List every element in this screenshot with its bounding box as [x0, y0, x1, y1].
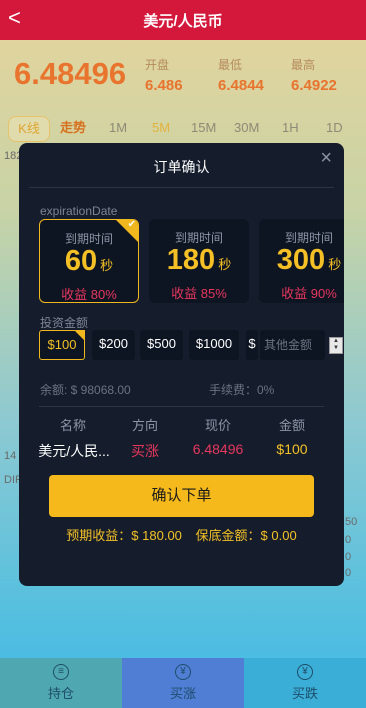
- yen-up-icon: ¥: [175, 664, 191, 680]
- high-label: 最高: [291, 58, 316, 72]
- low-value: 6.4844: [218, 77, 264, 94]
- expiration-cards: 到期时间 60 秒 收益 80% ✔ 到期时间 180 秒 收益 85% 到期时间 …: [39, 219, 344, 303]
- quote-row: 6.48496 开盘 6.486 最低 6.4844 最高 6.4922: [14, 56, 356, 98]
- modal-title: 订单确认: [153, 159, 210, 175]
- card-profit: 收益 90%: [281, 286, 337, 301]
- tab-1h[interactable]: 1H: [282, 116, 299, 142]
- tab-30m[interactable]: 30M: [234, 116, 259, 142]
- tab-1m[interactable]: 1M: [109, 116, 127, 142]
- expiration-card-60[interactable]: 到期时间 60 秒 收益 80% ✔: [39, 219, 139, 303]
- summary-line: 预期收益：$ 180.00 保底金额：$ 0.00: [19, 525, 344, 544]
- position-icon: ≡: [53, 664, 69, 680]
- nav-label: 持仓: [47, 686, 74, 701]
- tab-5m[interactable]: 5M: [152, 116, 170, 142]
- order-confirm-modal: 订单确认 × expirationDate 到期时间 60 秒 收益 80% ✔ …: [19, 143, 344, 586]
- chart-axis-fragment: 14: [4, 450, 17, 462]
- nav-buy-down[interactable]: ¥ 买跌: [244, 658, 366, 708]
- card-profit: 收益 80%: [61, 287, 117, 302]
- amount-stepper[interactable]: ▲ ▼: [329, 337, 343, 354]
- nav-label: 买涨: [169, 686, 196, 701]
- card-profit: 收益 85%: [171, 286, 227, 301]
- other-amount-input[interactable]: 其他金额: [260, 330, 325, 360]
- order-direction: 买涨: [131, 443, 159, 459]
- card-value: 180 秒: [166, 244, 232, 276]
- app-header: < 美元/人民币: [0, 0, 366, 40]
- stepper-down-icon[interactable]: ▼: [330, 345, 342, 352]
- column-header-price: 现价: [204, 418, 231, 433]
- fee-text: 手续费：0%: [209, 383, 275, 397]
- close-icon[interactable]: ×: [320, 147, 332, 170]
- order-name: 美元/人民...: [38, 443, 110, 459]
- bottom-nav: ≡ 持仓 ¥ 买涨 ¥ 买跌: [0, 658, 366, 708]
- stepper-up-icon[interactable]: ▲: [330, 338, 342, 345]
- low-label: 最低: [218, 58, 243, 72]
- card-value: 60 秒: [64, 245, 114, 277]
- high-value: 6.4922: [291, 77, 337, 94]
- amount-option-1000[interactable]: $1000: [189, 330, 239, 360]
- nav-positions[interactable]: ≡ 持仓: [0, 658, 122, 708]
- order-amount: $100: [276, 441, 308, 457]
- card-value: 300 秒: [276, 244, 342, 276]
- amount-options: $100 $200 $500 $1000 $ 其他金额 ▲ ▼: [39, 330, 344, 360]
- low-stat: 最低 6.4844: [218, 56, 264, 94]
- column-header-amount: 金额: [278, 418, 305, 433]
- amount-option-500[interactable]: $500: [140, 330, 183, 360]
- confirm-order-button[interactable]: 确认下单: [49, 475, 314, 517]
- tab-trend[interactable]: 走势: [60, 116, 86, 142]
- nav-label: 买跌: [291, 686, 318, 701]
- expiration-label: expirationDate: [40, 204, 118, 218]
- column-header-direction: 方向: [131, 418, 158, 433]
- guaranteed-amount: 保底金额：$ 0.00: [195, 528, 297, 543]
- order-price: 6.48496: [192, 441, 244, 457]
- page-title: 美元/人民币: [143, 12, 223, 30]
- chart-axis-fragment: 0: [345, 567, 352, 579]
- check-icon: ✔: [127, 219, 136, 230]
- high-stat: 最高 6.4922: [291, 56, 337, 94]
- expiration-card-180[interactable]: 到期时间 180 秒 收益 85%: [149, 219, 249, 303]
- amount-label: 投资金额: [40, 316, 89, 330]
- column-header-name: 名称: [59, 418, 86, 433]
- expiration-card-300[interactable]: 到期时间 300 秒 收益 90%: [259, 219, 344, 303]
- tab-kline[interactable]: K线: [8, 116, 50, 142]
- chart-tabs: K线 走势 1M 5M 15M 30M 1H 1D: [8, 116, 366, 142]
- selected-check-icon: [74, 330, 85, 341]
- expected-profit: 预期收益：$ 180.00: [66, 528, 182, 543]
- amount-option-more[interactable]: $: [246, 330, 258, 360]
- open-stat: 开盘 6.486: [145, 56, 183, 94]
- open-label: 开盘: [145, 58, 170, 72]
- chart-axis-fragment: 0: [345, 534, 352, 546]
- tab-15m[interactable]: 15M: [191, 116, 216, 142]
- yen-down-icon: ¥: [297, 664, 313, 680]
- nav-buy-up[interactable]: ¥ 买涨: [122, 658, 244, 708]
- divider: [29, 187, 334, 188]
- tab-1d[interactable]: 1D: [326, 116, 343, 142]
- amount-option-200[interactable]: $200: [92, 330, 135, 360]
- divider: [39, 406, 324, 407]
- open-value: 6.486: [145, 77, 183, 94]
- chevron-left-icon[interactable]: <: [8, 6, 21, 30]
- balance-text: 余额: $ 98068.00: [40, 383, 131, 397]
- chart-axis-fragment: 50: [345, 516, 358, 528]
- current-price: 6.48496: [14, 56, 127, 91]
- chart-axis-fragment: 0: [345, 551, 352, 563]
